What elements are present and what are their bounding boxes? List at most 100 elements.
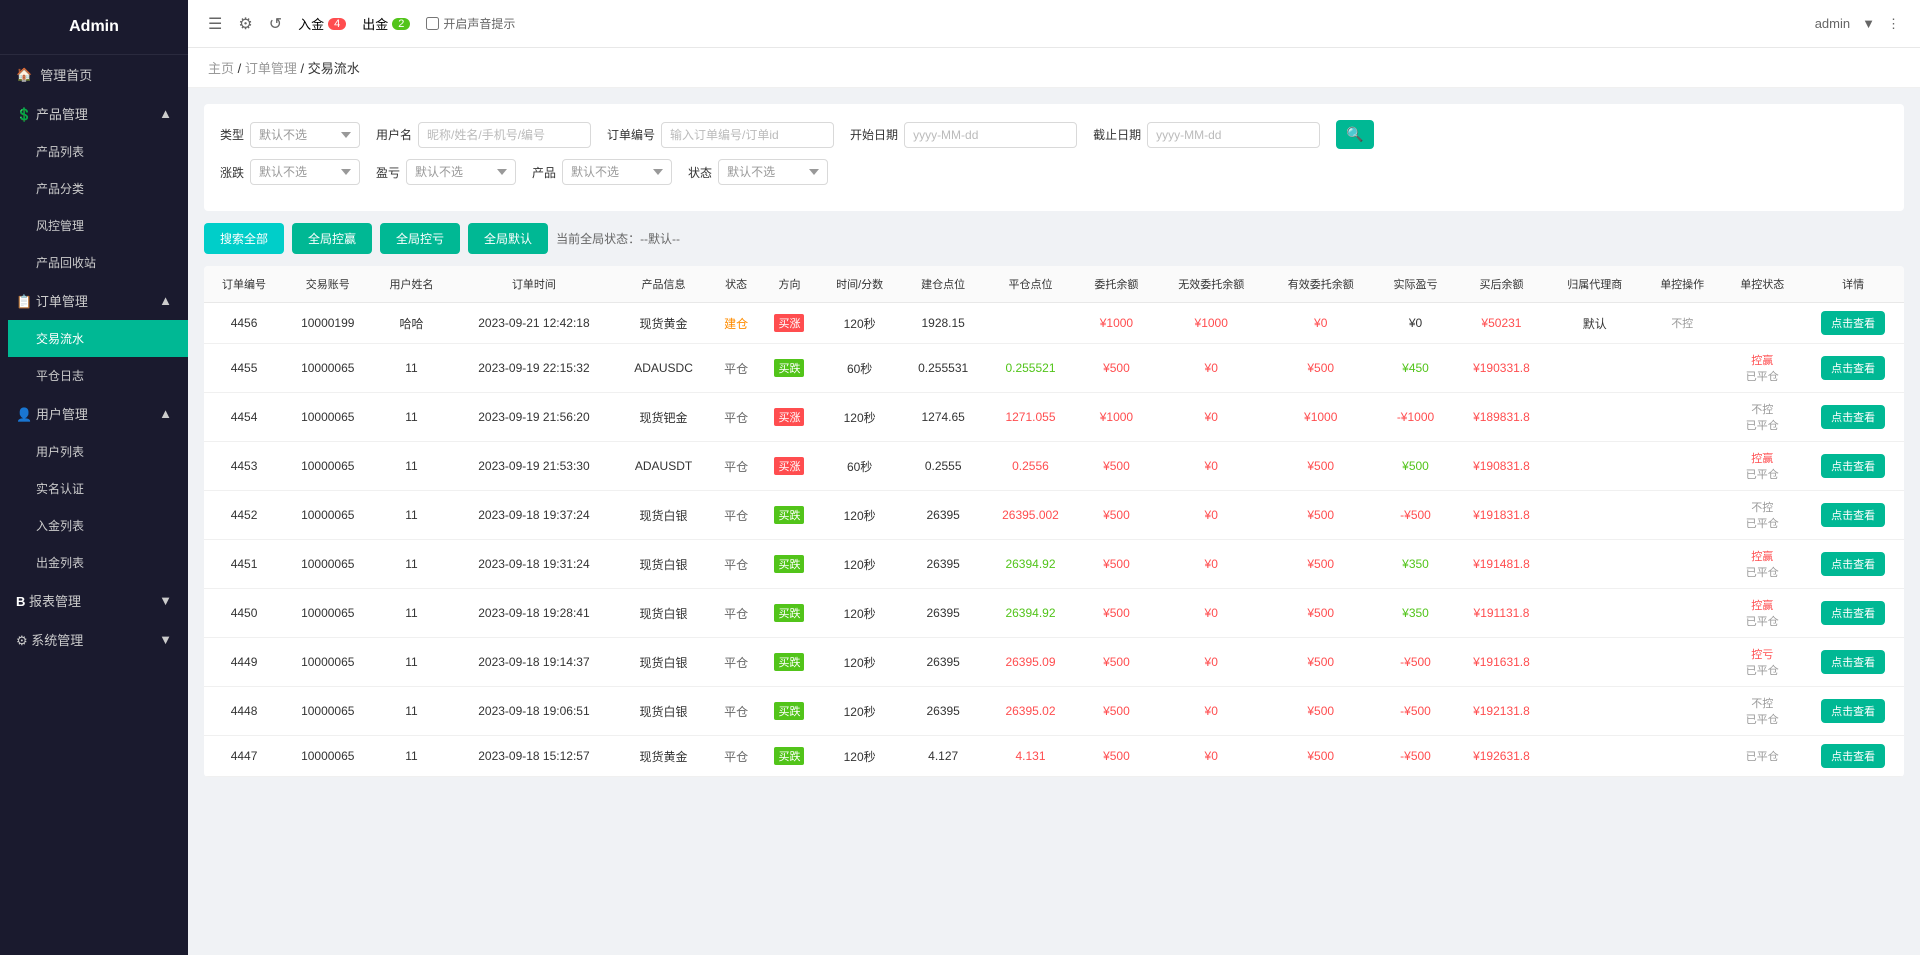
cell-ctrl-status[interactable]: 已平仓: [1722, 736, 1802, 777]
cell-detail[interactable]: 点击查看: [1802, 393, 1904, 442]
cell-ctrl-status[interactable]: 控赢已平仓: [1722, 540, 1802, 589]
cell-detail[interactable]: 点击查看: [1802, 540, 1904, 589]
product-select[interactable]: 默认不选: [562, 159, 672, 185]
sidebar-item-risk-mgmt[interactable]: 风控管理: [8, 207, 188, 244]
header: ☰ ⚙ ↺ 入金 4 出金 2 开启声音提示 admin ▼ ⋮: [188, 0, 1920, 48]
ctrl-win-button[interactable]: 控赢: [1751, 548, 1773, 564]
cell-duration: 120秒: [818, 736, 902, 777]
cell-detail[interactable]: 点击查看: [1802, 589, 1904, 638]
ctrl-win-button[interactable]: 控赢: [1751, 597, 1773, 613]
sidebar-item-home[interactable]: 🏠 管理首页: [0, 55, 188, 94]
refresh-icon[interactable]: ↺: [269, 14, 282, 34]
rise-fall-select[interactable]: 默认不选: [250, 159, 360, 185]
default-all-button[interactable]: 全局默认: [468, 223, 548, 254]
breadcrumb-sep1: /: [238, 61, 245, 76]
sidebar-item-product-recycle[interactable]: 产品回收站: [8, 244, 188, 281]
view-button[interactable]: 点击查看: [1821, 503, 1885, 527]
cell-ctrl-status[interactable]: 控赢已平仓: [1722, 589, 1802, 638]
sidebar-item-product-category[interactable]: 产品分类: [8, 170, 188, 207]
cell-pnl: -¥500: [1375, 491, 1455, 540]
sidebar-group-user[interactable]: 👤 用户管理 ▲: [0, 394, 188, 433]
sidebar-item-deposit-list[interactable]: 入金列表: [8, 507, 188, 544]
cell-ctrl-op[interactable]: 不控: [1642, 303, 1722, 344]
table-row: 4456 10000199 哈哈 2023-09-21 12:42:18 现货黄…: [204, 303, 1904, 344]
cell-detail[interactable]: 点击查看: [1802, 491, 1904, 540]
end-date-input[interactable]: [1147, 122, 1320, 148]
cell-duration: 120秒: [818, 589, 902, 638]
cell-ctrl-status[interactable]: 控亏已平仓: [1722, 638, 1802, 687]
loss-all-button[interactable]: 全局控亏: [380, 223, 460, 254]
cell-direction: 买跌: [761, 687, 817, 736]
cell-ctrl-status[interactable]: [1722, 303, 1802, 344]
view-button[interactable]: 点击查看: [1821, 454, 1885, 478]
cell-pnl: -¥500: [1375, 638, 1455, 687]
view-button[interactable]: 点击查看: [1821, 601, 1885, 625]
cell-valid-entrust: ¥500: [1266, 491, 1375, 540]
more-icon[interactable]: ⋮: [1887, 16, 1900, 32]
menu-icon[interactable]: ☰: [208, 14, 222, 34]
cell-ctrl-status[interactable]: 不控已平仓: [1722, 687, 1802, 736]
username-input[interactable]: [418, 122, 591, 148]
order-no-input[interactable]: [661, 122, 834, 148]
view-button[interactable]: 点击查看: [1821, 650, 1885, 674]
breadcrumb-home[interactable]: 主页: [208, 61, 234, 76]
deposit-badge[interactable]: 入金 4: [298, 14, 346, 33]
search-all-button[interactable]: 搜索全部: [204, 223, 284, 254]
sound-checkbox[interactable]: 开启声音提示: [426, 15, 515, 32]
sidebar-item-product-list[interactable]: 产品列表: [8, 133, 188, 170]
cell-detail[interactable]: 点击查看: [1802, 687, 1904, 736]
cell-ctrl-status[interactable]: 不控已平仓: [1722, 491, 1802, 540]
cell-agent: 默认: [1547, 303, 1642, 344]
sidebar-group-report[interactable]: B 报表管理 ▼: [0, 581, 188, 620]
sidebar-item-withdraw-list[interactable]: 出金列表: [8, 544, 188, 581]
sidebar-item-trade-flow[interactable]: 交易流水: [8, 320, 188, 357]
cell-detail[interactable]: 点击查看: [1802, 344, 1904, 393]
search-button[interactable]: 🔍: [1336, 120, 1373, 149]
sidebar-group-product[interactable]: 💲 产品管理 ▲: [0, 94, 188, 133]
withdraw-badge[interactable]: 出金 2: [362, 14, 410, 33]
filter-order-no: 订单编号: [607, 122, 834, 148]
cell-detail[interactable]: 点击查看: [1802, 736, 1904, 777]
th-username: 用户姓名: [371, 266, 451, 303]
view-button[interactable]: 点击查看: [1821, 744, 1885, 768]
filter-card: 类型 默认不选 用户名 订单编号 开始日期: [204, 104, 1904, 211]
view-button[interactable]: 点击查看: [1821, 552, 1885, 576]
view-button[interactable]: 点击查看: [1821, 356, 1885, 380]
ctrl-win-button[interactable]: 控赢: [1751, 352, 1773, 368]
cell-detail[interactable]: 点击查看: [1802, 638, 1904, 687]
sound-toggle[interactable]: [426, 17, 439, 30]
start-date-label: 开始日期: [850, 126, 898, 143]
sidebar-item-close-log[interactable]: 平仓日志: [8, 357, 188, 394]
view-button[interactable]: 点击查看: [1821, 699, 1885, 723]
breadcrumb-order[interactable]: 订单管理: [245, 61, 297, 76]
table-row: 4454 10000065 11 2023-09-19 21:56:20 现货钯…: [204, 393, 1904, 442]
type-select[interactable]: 默认不选: [250, 122, 360, 148]
view-button[interactable]: 点击查看: [1821, 405, 1885, 429]
sidebar-item-user-list[interactable]: 用户列表: [8, 433, 188, 470]
sidebar-group-order[interactable]: 📋 订单管理 ▲: [0, 281, 188, 320]
cell-detail[interactable]: 点击查看: [1802, 442, 1904, 491]
cell-ctrl-status[interactable]: 控赢已平仓: [1722, 344, 1802, 393]
cell-ctrl-status[interactable]: 不控已平仓: [1722, 393, 1802, 442]
cell-product: ADAUSDT: [616, 442, 710, 491]
sidebar-item-real-name[interactable]: 实名认证: [8, 470, 188, 507]
account-select[interactable]: 默认不选: [406, 159, 516, 185]
sidebar-sub-product: 产品列表 产品分类 风控管理 产品回收站: [0, 133, 188, 281]
start-date-input[interactable]: [904, 122, 1077, 148]
sidebar-group-system[interactable]: ⚙ 系统管理 ▼: [0, 620, 188, 659]
view-button[interactable]: 点击查看: [1821, 311, 1885, 335]
cell-agent: [1547, 442, 1642, 491]
ctrl-loss-button[interactable]: 控亏: [1751, 646, 1773, 662]
cell-entrust: ¥500: [1076, 687, 1156, 736]
settings-icon[interactable]: ⚙: [238, 14, 252, 34]
ctrl-status-text: 已平仓: [1728, 613, 1796, 629]
cell-ctrl-status[interactable]: 控赢已平仓: [1722, 442, 1802, 491]
control-all-button[interactable]: 全局控赢: [292, 223, 372, 254]
cell-detail[interactable]: 点击查看: [1802, 303, 1904, 344]
ctrl-win-button[interactable]: 控赢: [1751, 450, 1773, 466]
status-select[interactable]: 默认不选: [718, 159, 828, 185]
cell-invalid-entrust: ¥0: [1156, 687, 1265, 736]
cell-valid-entrust: ¥500: [1266, 540, 1375, 589]
cell-status: 平仓: [711, 540, 762, 589]
cell-direction: 买涨: [761, 393, 817, 442]
